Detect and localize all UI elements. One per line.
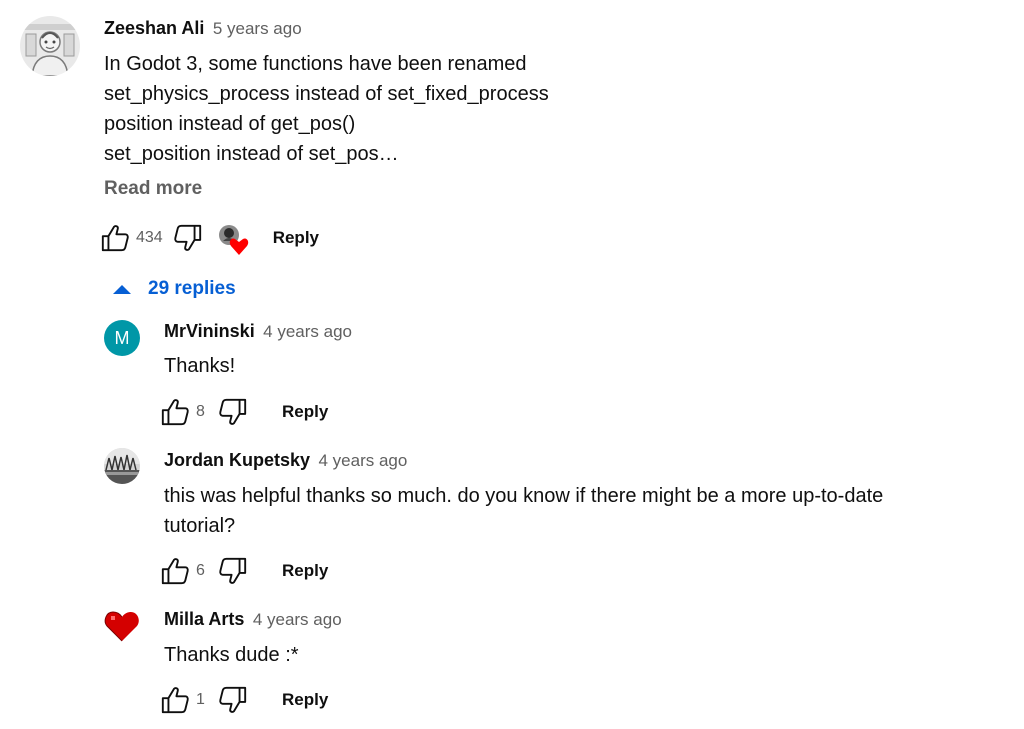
comment-actions: 434 Reply (98, 220, 319, 256)
dislike-button[interactable] (216, 683, 250, 717)
dislike-button[interactable] (216, 395, 250, 429)
thumbs-up-icon (160, 397, 190, 427)
thumbs-down-icon (218, 685, 248, 715)
author-name[interactable]: Zeeshan Ali (104, 18, 204, 38)
reply-text: Thanks dude :* (164, 640, 299, 670)
like-count: 1 (196, 691, 205, 708)
read-more-button[interactable]: Read more (104, 178, 202, 200)
avatar-mrvininski[interactable]: M (104, 320, 140, 356)
reply-button[interactable]: Reply (282, 690, 328, 710)
reply-button[interactable]: Reply (273, 228, 319, 248)
timestamp[interactable]: 4 years ago (253, 610, 342, 629)
reply-text: Thanks! (164, 351, 235, 381)
reply-text: this was helpful thanks so much. do you … (164, 481, 883, 541)
like-count: 434 (136, 229, 163, 246)
thumbs-up-icon (160, 556, 190, 586)
reply-actions: 1 Reply (158, 682, 328, 718)
chevron-up-icon (113, 285, 131, 294)
like-button[interactable] (98, 221, 132, 255)
author-name[interactable]: MrVininski (164, 321, 255, 341)
comment-line: In Godot 3, some functions have been ren… (104, 53, 527, 75)
reply-line: tutorial? (164, 515, 236, 537)
avatar-letter: M (114, 327, 130, 348)
timestamp[interactable]: 4 years ago (263, 322, 352, 341)
reply-line: this was helpful thanks so much. do you … (164, 485, 884, 507)
author-name[interactable]: Jordan Kupetsky (164, 450, 310, 470)
comment-line: set_position instead of set_pos… (104, 143, 399, 165)
author-name[interactable]: Milla Arts (164, 609, 244, 629)
reply-button[interactable]: Reply (282, 561, 328, 581)
avatar-milla[interactable] (104, 608, 140, 644)
timestamp[interactable]: 4 years ago (319, 451, 408, 470)
thumbs-down-icon (218, 556, 248, 586)
reply-header: Jordan Kupetsky 4 years ago (164, 450, 407, 471)
comment-text: In Godot 3, some functions have been ren… (104, 49, 549, 169)
comment-line: position instead of get_pos() (104, 113, 356, 135)
like-count: 6 (196, 562, 205, 579)
thumbs-up-icon (160, 685, 190, 715)
reply-line: Thanks dude :* (164, 644, 299, 666)
comment-line: set_physics_process instead of set_fixed… (104, 83, 549, 105)
dislike-button[interactable] (171, 221, 205, 255)
reply-header: MrVininski 4 years ago (164, 321, 352, 342)
thumbs-down-icon (173, 223, 203, 253)
creator-heart[interactable] (217, 221, 255, 255)
replies-toggle[interactable]: 29 replies (112, 278, 236, 300)
comment-thread: Zeeshan Ali 5 years ago In Godot 3, some… (0, 0, 1024, 729)
reply-header: Milla Arts 4 years ago (164, 609, 342, 630)
avatar-zeeshan[interactable] (20, 16, 80, 76)
like-button[interactable] (158, 395, 192, 429)
timestamp[interactable]: 5 years ago (213, 19, 302, 38)
comment-header: Zeeshan Ali 5 years ago (104, 18, 302, 39)
creator-heart-icon (218, 225, 248, 255)
like-button[interactable] (158, 683, 192, 717)
reply-actions: 8 Reply (158, 394, 328, 430)
avatar-jordan[interactable] (104, 448, 140, 484)
dislike-button[interactable] (216, 554, 250, 588)
reply-line: Thanks! (164, 355, 236, 377)
like-count: 8 (196, 403, 205, 420)
heart-icon (104, 611, 139, 642)
thumbs-up-icon (100, 223, 130, 253)
like-button[interactable] (158, 554, 192, 588)
reply-actions: 6 Reply (158, 553, 328, 589)
thumbs-down-icon (218, 397, 248, 427)
replies-count: 29 replies (148, 278, 236, 299)
reply-button[interactable]: Reply (282, 402, 328, 422)
